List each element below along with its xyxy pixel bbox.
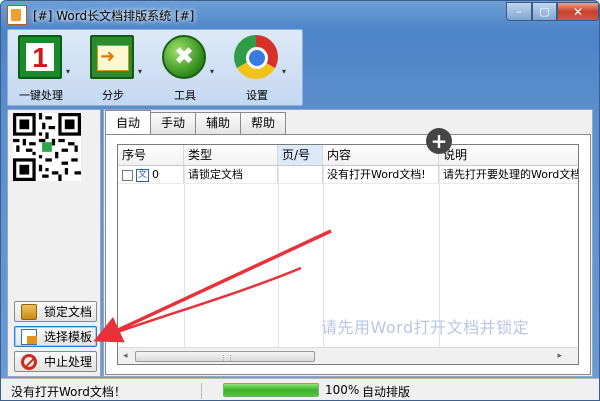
title-bar[interactable]: [#] Word长文档排版系统 [#] – ▢ ✕: [1, 1, 599, 29]
status-mode: 自动排版: [362, 385, 411, 399]
toolbar: 1 ▾ 一键处理 ➜ ▾ 分步 ✖ ▾ 工具 ▾ 设置: [7, 29, 303, 106]
column-header-type[interactable]: 类型: [184, 145, 278, 165]
one-click-icon-glyph: 1: [32, 42, 48, 73]
step-label: 分步: [102, 89, 124, 102]
grid-divider: [278, 166, 279, 347]
progress-fill: [224, 384, 318, 396]
hint-text: 请先用Word打开文档并锁定: [321, 318, 530, 337]
qr-code-icon: [13, 113, 81, 181]
stop-icon: [21, 353, 37, 370]
tools-label: 工具: [174, 89, 196, 102]
scroll-right-icon[interactable]: ▸: [557, 351, 562, 361]
document-icon: 文: [136, 168, 149, 182]
one-click-icon: 1: [18, 35, 62, 79]
chevron-down-icon[interactable]: ▾: [66, 67, 70, 76]
cell-index: 文0: [118, 166, 184, 183]
progress-percent: 100%: [325, 383, 360, 397]
tools-icon: ✖: [162, 35, 206, 79]
grid-header: 序号 类型 页/号 内容 说明: [118, 145, 578, 166]
tab-help[interactable]: 帮助: [240, 112, 287, 134]
stop-processing-button[interactable]: 中止处理: [14, 351, 97, 372]
cell-page: [278, 166, 323, 183]
settings-icon: [234, 35, 278, 79]
grid-divider: [184, 166, 185, 347]
window-title: [#] Word长文档排版系统 [#]: [33, 9, 195, 23]
lock-icon: [21, 303, 37, 320]
cell-note: 请先打开要处理的Word文档: [439, 166, 578, 183]
lock-document-button[interactable]: 锁定文档: [14, 301, 97, 322]
tab-manual[interactable]: 手动: [150, 112, 197, 134]
minimize-button[interactable]: –: [506, 2, 532, 21]
chevron-down-icon[interactable]: ▾: [210, 67, 214, 76]
settings-label: 设置: [246, 89, 268, 102]
one-click-label: 一键处理: [19, 89, 63, 102]
step-button[interactable]: ➜ ▾ 分步: [82, 33, 148, 105]
horizontal-scrollbar[interactable]: ◂ ⋮⋮ ▸: [118, 347, 578, 364]
tools-icon-glyph: ✖: [174, 42, 195, 70]
qr-code-graphic: [13, 113, 81, 181]
row-index: 0: [152, 168, 159, 181]
tools-button[interactable]: ✖ ▾ 工具: [154, 33, 220, 105]
tab-strip: 自动 手动 辅助 帮助: [105, 110, 287, 134]
template-icon: [21, 328, 37, 345]
table-row[interactable]: 文0 请锁定文档 没有打开Word文档! 请先打开要处理的Word文档: [118, 166, 578, 184]
scroll-thumb[interactable]: ⋮⋮: [135, 351, 315, 362]
step-icon: ➜: [90, 35, 134, 79]
status-message: 没有打开Word文档！: [11, 385, 126, 399]
app-icon[interactable]: [7, 5, 27, 25]
column-header-index[interactable]: 序号: [118, 145, 184, 165]
row-checkbox[interactable]: [122, 169, 133, 181]
chevron-down-icon[interactable]: ▾: [282, 67, 286, 76]
maximize-button[interactable]: ▢: [532, 2, 557, 21]
select-template-button[interactable]: 选择模板: [14, 326, 97, 347]
cell-content: 没有打开Word文档!: [323, 166, 439, 183]
one-click-process-button[interactable]: 1 ▾ 一键处理: [10, 33, 76, 105]
settings-button[interactable]: ▾ 设置: [226, 33, 292, 105]
cell-type: 请锁定文档: [184, 166, 278, 183]
plus-icon[interactable]: +: [426, 128, 452, 154]
lock-document-label: 锁定文档: [44, 305, 93, 319]
progress-bar: [223, 383, 319, 397]
column-header-content[interactable]: 内容: [323, 145, 439, 165]
select-template-label: 选择模板: [44, 330, 93, 344]
step-icon-glyph: ➜: [100, 46, 116, 67]
scroll-grip-icon: ⋮⋮: [220, 354, 234, 362]
close-button[interactable]: ✕: [557, 2, 599, 21]
status-separator: [201, 383, 202, 399]
tab-assist[interactable]: 辅助: [195, 112, 242, 134]
status-bar: 没有打开Word文档！ 100% 自动排版: [1, 378, 599, 400]
tab-auto[interactable]: 自动: [105, 110, 152, 134]
app-window: [#] Word长文档排版系统 [#] – ▢ ✕ 1 ▾ 一键处理 ➜ ▾ 分…: [0, 0, 600, 401]
column-header-page[interactable]: 页/号: [278, 145, 323, 165]
stop-processing-label: 中止处理: [44, 355, 93, 369]
chevron-down-icon[interactable]: ▾: [138, 67, 142, 76]
column-header-note[interactable]: 说明: [439, 145, 578, 165]
scroll-left-icon[interactable]: ◂: [123, 351, 128, 361]
